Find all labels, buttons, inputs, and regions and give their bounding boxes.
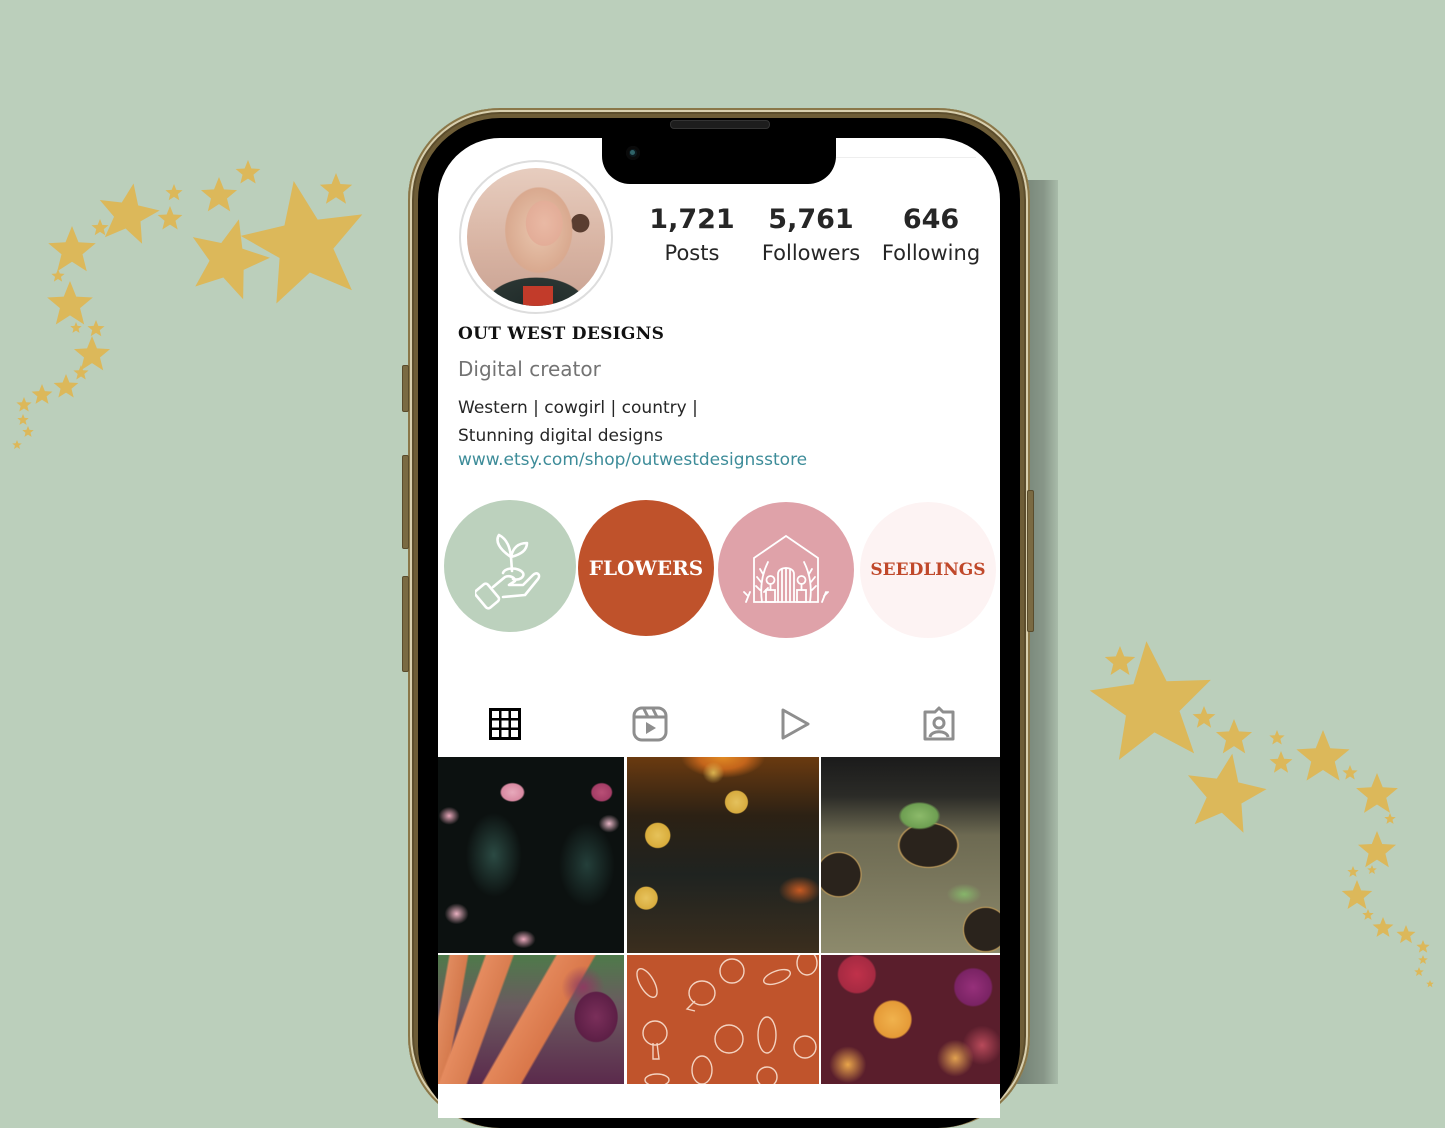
post-thumbnail[interactable] <box>438 955 624 1084</box>
following-label: Following <box>881 241 981 265</box>
post-thumbnail[interactable] <box>627 757 819 953</box>
hand-sprout-icon <box>475 533 541 610</box>
bio-line: Stunning digital designs <box>458 426 663 446</box>
tab-reels[interactable] <box>632 706 668 742</box>
post-thumbnail[interactable] <box>438 757 624 953</box>
followers-label: Followers <box>761 241 861 265</box>
volume-up-button <box>402 455 409 549</box>
posts-count: 1,721 <box>649 204 735 235</box>
power-button <box>1027 490 1034 632</box>
followers-count: 5,761 <box>768 204 854 235</box>
star-cluster-icon <box>12 160 375 450</box>
post-thumbnail[interactable] <box>627 955 819 1084</box>
tab-videos[interactable] <box>777 706 813 742</box>
star-cluster-icon <box>1085 635 1434 988</box>
greenhouse-icon <box>743 534 829 603</box>
tagged-user-icon <box>923 706 955 741</box>
vegetable-pattern-icon <box>636 955 818 1084</box>
stat-followers[interactable]: 5,761 Followers <box>756 205 866 267</box>
highlight-greenhouse[interactable] <box>718 502 854 638</box>
posts-label: Posts <box>664 241 720 265</box>
highlight-label: SEEDLINGS <box>870 560 986 580</box>
play-icon <box>781 708 810 740</box>
highlight-hand-sprout[interactable] <box>444 500 576 632</box>
profile-avatar[interactable] <box>459 160 613 314</box>
stat-posts[interactable]: 1,721 Posts <box>640 205 744 267</box>
front-camera-icon <box>626 146 640 160</box>
highlight-flowers[interactable]: FLOWERS <box>578 500 714 636</box>
tab-tagged[interactable] <box>921 706 957 742</box>
profile-category: Digital creator <box>458 357 601 381</box>
highlight-label: FLOWERS <box>588 556 704 580</box>
profile-website-link[interactable]: www.etsy.com/shop/outwestdesignsstore <box>458 450 807 470</box>
status-bar-divider <box>836 157 976 158</box>
post-thumbnail[interactable] <box>821 955 1000 1084</box>
bio-line: Western | cowgirl | country | <box>458 398 698 418</box>
profile-username: OUT WEST DESIGNS <box>458 324 665 344</box>
grid-icon <box>489 708 521 740</box>
avatar-photo <box>467 168 605 306</box>
stat-following[interactable]: 646 Following <box>876 205 986 267</box>
volume-down-button <box>402 576 409 672</box>
reels-icon <box>632 706 668 742</box>
following-count: 646 <box>902 204 960 235</box>
profile-bio: Western | cowgirl | country | Stunning d… <box>458 394 698 450</box>
highlight-seedlings[interactable]: SEEDLINGS <box>860 502 996 638</box>
silent-switch <box>402 365 409 412</box>
tab-posts-grid[interactable] <box>487 706 523 742</box>
earpiece-speaker <box>670 120 770 129</box>
post-thumbnail[interactable] <box>821 757 1000 953</box>
